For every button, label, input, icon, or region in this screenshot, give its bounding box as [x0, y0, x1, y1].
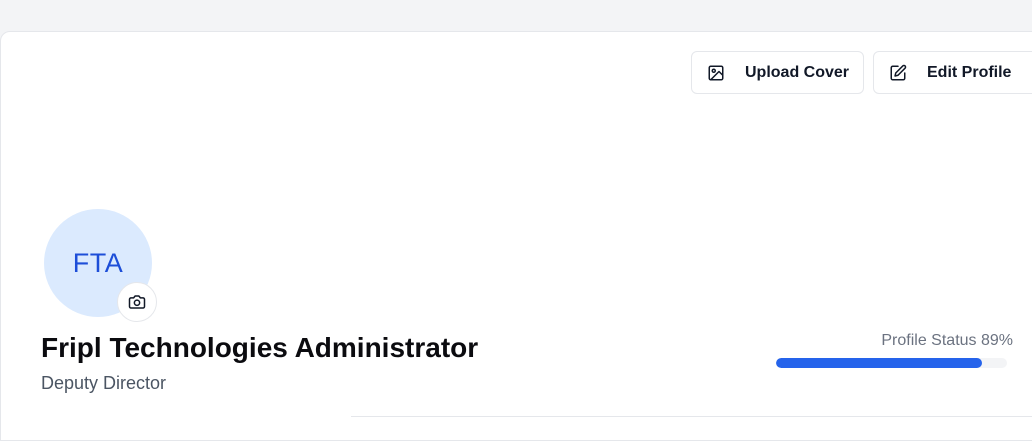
edit-profile-button[interactable]: Edit Profile [873, 51, 1032, 94]
upload-cover-label: Upload Cover [745, 63, 850, 81]
change-avatar-button[interactable] [117, 282, 157, 322]
image-icon [707, 64, 725, 82]
camera-icon [128, 293, 146, 311]
avatar-initials: FTA [72, 247, 124, 278]
upload-cover-button[interactable]: Upload Cover [691, 51, 864, 94]
profile-status-label: Profile Status 89% [881, 332, 1013, 349]
profile-name: Fripl Technologies Administrator [41, 332, 479, 363]
edit-icon [889, 64, 907, 82]
profile-role: Deputy Director [41, 373, 167, 393]
edit-profile-label: Edit Profile [927, 63, 1012, 81]
divider [351, 416, 1032, 417]
profile-card: Upload Cover Edit Profile FTA Fripl Tech… [0, 31, 1032, 441]
profile-status-bar [776, 358, 1007, 368]
profile-status-bar-fill [776, 358, 982, 368]
